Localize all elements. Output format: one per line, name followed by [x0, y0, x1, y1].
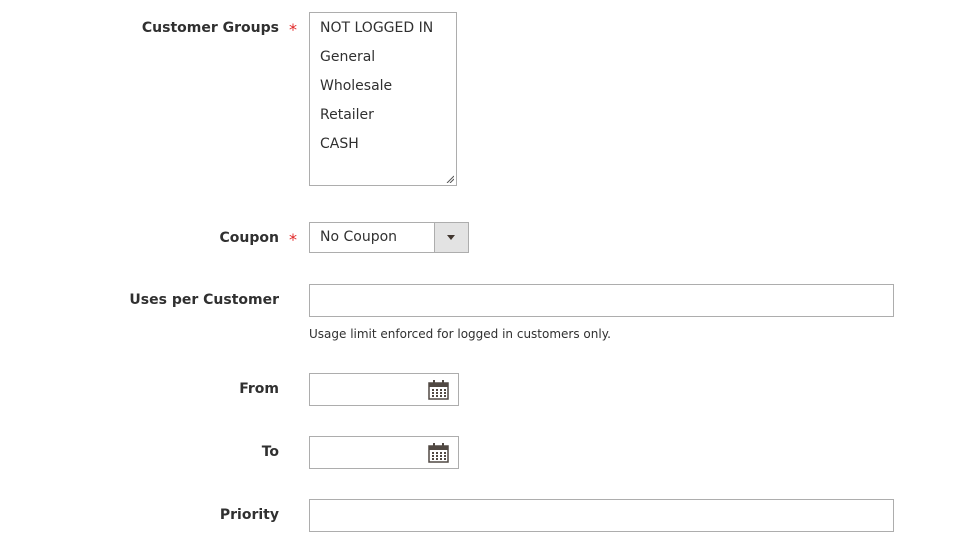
coupon-label: Coupon [219, 230, 279, 246]
calendar-icon[interactable] [428, 380, 449, 400]
priority-label: Priority [219, 507, 279, 523]
to-label: To [261, 444, 279, 460]
chevron-down-icon [447, 235, 455, 240]
calendar-icon[interactable] [428, 443, 449, 463]
from-date-input[interactable] [309, 373, 459, 406]
coupon-select-toggle[interactable] [434, 223, 468, 252]
coupon-select-value: No Coupon [320, 229, 398, 245]
customer-groups-label: Customer Groups [141, 20, 279, 36]
customer-group-option[interactable]: Wholesale [310, 76, 456, 105]
customer-groups-required-mark: * [289, 20, 297, 39]
resize-grip-icon[interactable] [446, 175, 454, 183]
coupon-select[interactable]: No Coupon [309, 222, 469, 253]
priority-input[interactable] [309, 499, 894, 532]
to-date-input[interactable] [309, 436, 459, 469]
customer-group-option[interactable]: Retailer [310, 105, 456, 134]
coupon-required-mark: * [289, 230, 297, 249]
from-label: From [239, 381, 279, 397]
customer-groups-multiselect[interactable]: NOT LOGGED IN General Wholesale Retailer… [309, 12, 457, 186]
rule-form: Customer Groups * NOT LOGGED IN General … [0, 0, 953, 543]
customer-group-option[interactable]: General [310, 47, 456, 76]
uses-per-customer-input[interactable] [309, 284, 894, 317]
customer-group-option[interactable]: NOT LOGGED IN [310, 18, 456, 47]
uses-per-customer-label: Uses per Customer [129, 292, 279, 308]
customer-group-option[interactable]: CASH [310, 134, 456, 163]
uses-per-customer-note: Usage limit enforced for logged in custo… [309, 327, 611, 341]
